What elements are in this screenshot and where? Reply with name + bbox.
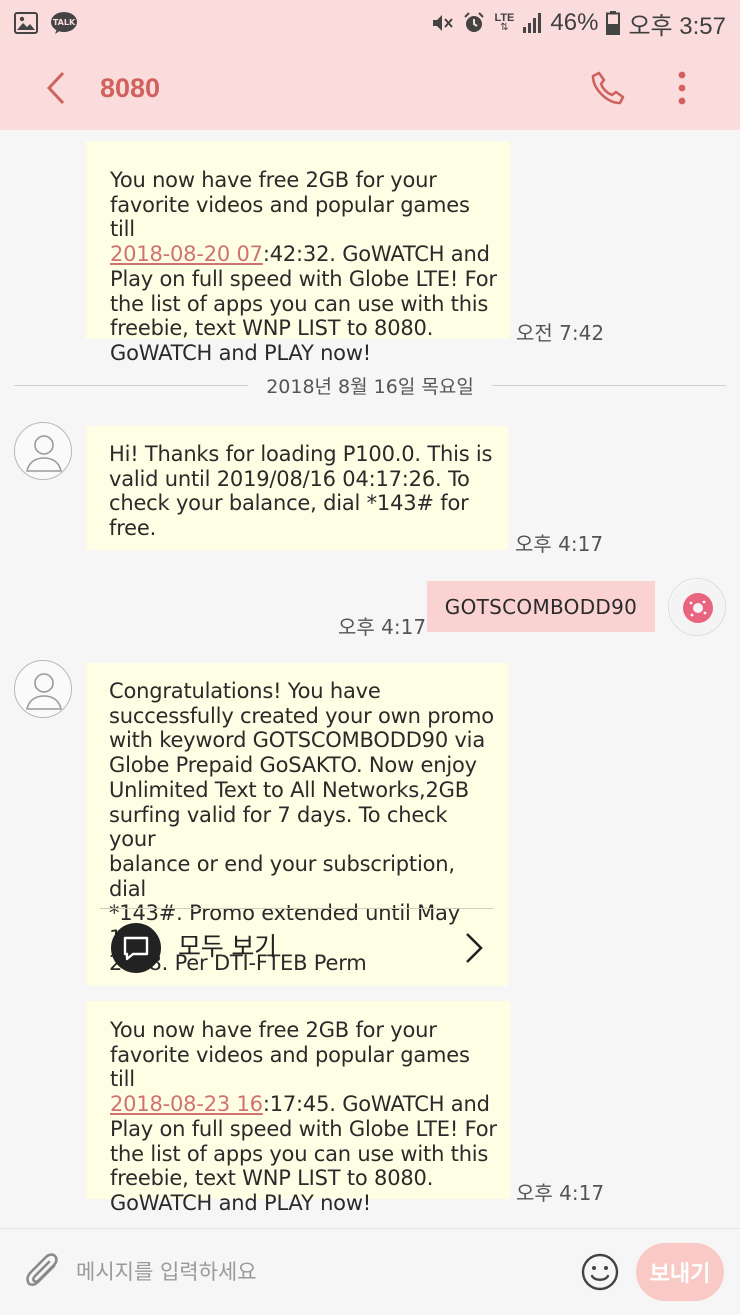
chevron-right-icon xyxy=(466,932,483,963)
message-text: You now have free 2GB for your favorite … xyxy=(110,1018,497,1215)
message-text: GOTSCOMBODD90 xyxy=(444,594,638,619)
mute-icon xyxy=(430,11,454,35)
message-time: 오후 4:17 xyxy=(516,1181,605,1205)
message-time: 오전 7:42 xyxy=(516,321,605,345)
message-input-bar: 보내기 xyxy=(0,1228,740,1315)
status-bar: TALK LTE ⇅ 46% 오후 3:57 xyxy=(0,0,740,46)
send-button[interactable]: 보내기 xyxy=(636,1243,724,1301)
person-icon xyxy=(26,673,62,710)
paperclip-icon xyxy=(26,1253,58,1286)
date-separator: 2018년 8월 16일 목요일 xyxy=(14,370,726,400)
incoming-message-bubble[interactable]: Hi! Thanks for loading P100.0. This is v… xyxy=(86,426,508,550)
contact-avatar[interactable] xyxy=(14,422,72,480)
svg-text:TALK: TALK xyxy=(53,18,76,27)
chevron-left-icon xyxy=(46,71,65,105)
incoming-message-bubble[interactable]: You now have free 2GB for your favorite … xyxy=(86,1001,510,1215)
more-options-button[interactable] xyxy=(658,64,706,112)
date-separator-label: 2018년 8월 16일 목요일 xyxy=(266,375,474,398)
battery-icon xyxy=(606,11,621,35)
conversation-header: 8080 xyxy=(0,46,740,130)
outgoing-message-bubble[interactable]: GOTSCOMBODD90 xyxy=(427,581,655,632)
status-left-icons: TALK xyxy=(14,11,78,35)
kakaotalk-notification-icon: TALK xyxy=(50,11,78,35)
date-link[interactable]: 2018-08-20 07 xyxy=(110,242,263,266)
call-button[interactable] xyxy=(584,64,632,112)
phone-icon xyxy=(591,71,625,105)
message-text: Hi! Thanks for loading P100.0. This is v… xyxy=(109,442,493,541)
conversation-title: 8080 xyxy=(100,72,161,103)
lte-icon: LTE ⇅ xyxy=(494,12,515,33)
incoming-message-bubble[interactable]: You now have free 2GB for your favorite … xyxy=(86,141,510,365)
view-all-button[interactable]: 모두 보기 xyxy=(100,908,494,986)
message-time: 오후 4:17 xyxy=(515,532,604,556)
separator-line xyxy=(491,384,726,386)
date-link[interactable]: 2018-08-23 16 xyxy=(110,1092,263,1116)
message-list[interactable]: You now have free 2GB for your favorite … xyxy=(0,130,740,1228)
donut-icon xyxy=(670,580,725,635)
back-button[interactable] xyxy=(26,58,86,118)
message-time: 오후 4:17 xyxy=(338,615,427,639)
gallery-notification-icon xyxy=(14,12,38,34)
attach-button[interactable] xyxy=(18,1247,68,1297)
my-avatar[interactable] xyxy=(668,578,726,636)
view-all-label: 모두 보기 xyxy=(178,932,277,962)
smiley-icon xyxy=(581,1253,619,1291)
more-vertical-icon xyxy=(678,71,686,105)
header-actions xyxy=(584,64,706,112)
signal-icon xyxy=(522,12,542,34)
message-input[interactable] xyxy=(76,1260,556,1284)
person-icon xyxy=(26,435,62,472)
emoji-button[interactable] xyxy=(578,1250,622,1294)
message-text: You now have free 2GB for your favorite … xyxy=(110,168,497,365)
contact-avatar[interactable] xyxy=(14,660,72,718)
alarm-icon xyxy=(462,11,486,35)
message-icon xyxy=(111,922,161,973)
separator-line xyxy=(14,384,249,386)
status-time: 오후 3:57 xyxy=(628,12,726,40)
battery-percent: 46% xyxy=(550,9,599,36)
incoming-message-bubble[interactable]: Congratulations! You have successfully c… xyxy=(86,663,508,986)
status-right-icons: LTE ⇅ 46% 오후 3:57 xyxy=(430,6,726,41)
